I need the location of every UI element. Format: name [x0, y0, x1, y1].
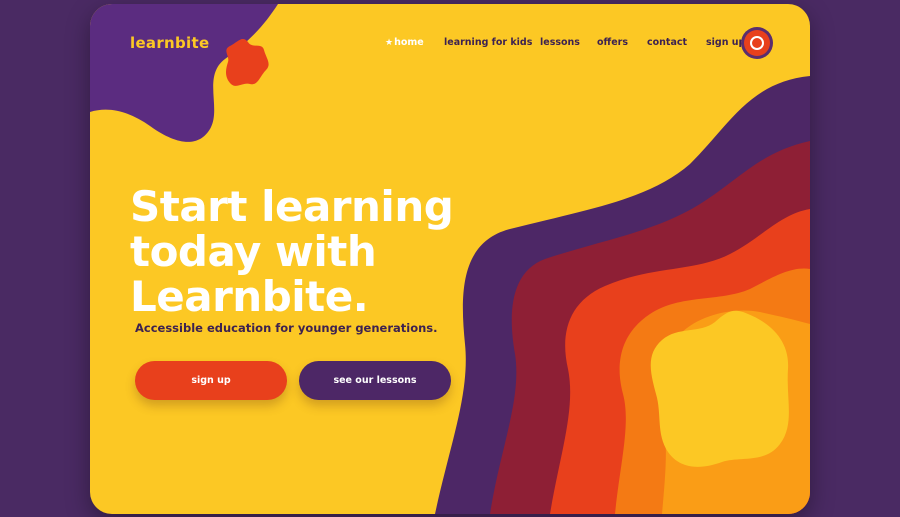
nav-item-home[interactable]: ★home — [385, 37, 424, 48]
nav-item-offers[interactable]: offers — [597, 37, 628, 48]
avatar[interactable] — [744, 30, 770, 56]
hero-subtitle: Accessible education for younger generat… — [135, 321, 438, 335]
nav-item-label: home — [394, 37, 424, 48]
star-icon: ★ — [385, 38, 394, 48]
sign-up-button[interactable]: sign up — [135, 361, 287, 400]
top-nav: ★home learning for kids lessons offers c… — [90, 37, 810, 57]
nav-item-sign-up[interactable]: sign up — [706, 37, 745, 48]
nav-item-learning-for-kids[interactable]: learning for kids — [444, 37, 532, 48]
nav-item-lessons[interactable]: lessons — [540, 37, 580, 48]
nav-item-contact[interactable]: contact — [647, 37, 687, 48]
see-lessons-button[interactable]: see our lessons — [299, 361, 451, 400]
hero-title: Start learning today with Learnbite. — [130, 182, 454, 321]
app-window: learnbite ★home learning for kids lesson… — [90, 4, 810, 514]
